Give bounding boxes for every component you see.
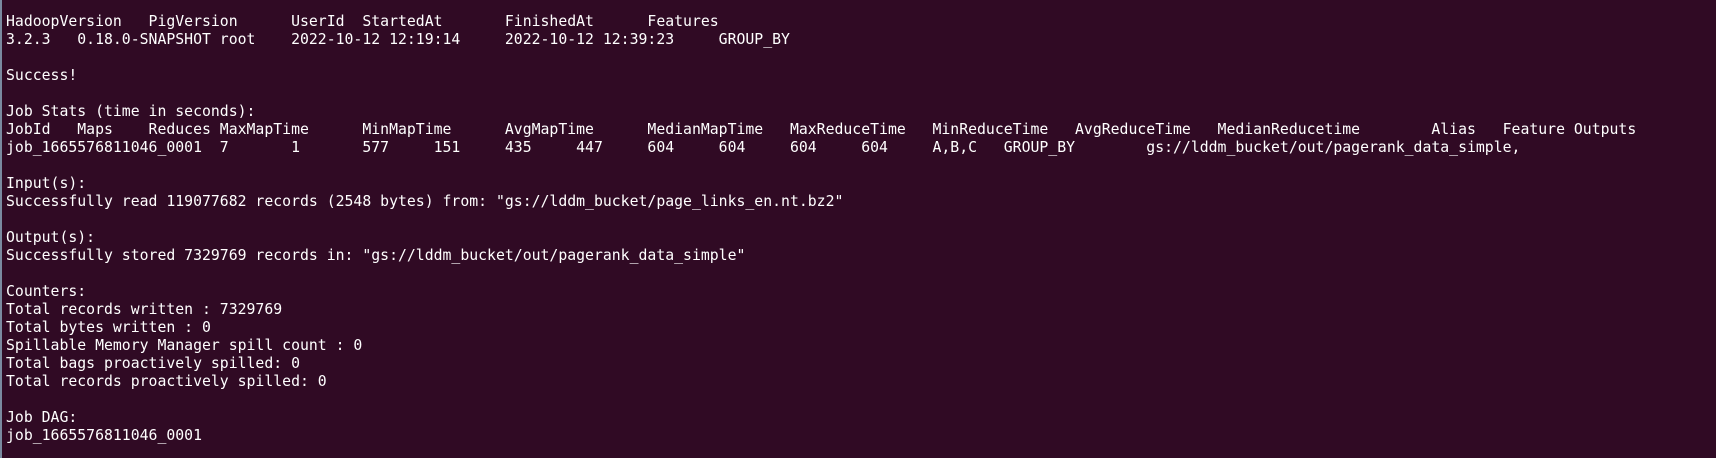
input-summary: Successfully read 119077682 records (254… [6,193,844,210]
job-stats-heading: Job Stats (time in seconds): [6,103,256,120]
inputs-heading: Input(s): [6,175,87,192]
header-row: HadoopVersion PigVersion UserId StartedA… [6,13,719,30]
terminal-window[interactable]: HadoopVersion PigVersion UserId StartedA… [0,0,1716,458]
job-stats-header-row: JobId Maps Reduces MaxMapTime MinMapTime… [6,121,1637,138]
job-dag-heading: Job DAG: [6,409,78,426]
counter-spill-count: Spillable Memory Manager spill count : 0 [6,337,363,354]
counter-records-written: Total records written : 7329769 [6,301,283,318]
success-message: Success! [6,67,78,84]
counter-bytes-written: Total bytes written : 0 [6,319,211,336]
terminal-output[interactable]: HadoopVersion PigVersion UserId StartedA… [6,13,1636,445]
counter-records-spilled: Total records proactively spilled: 0 [6,373,327,390]
counters-heading: Counters: [6,283,87,300]
output-summary: Successfully stored 7329769 records in: … [6,247,746,264]
job-dag-entry: job_1665576811046_0001 [6,427,202,444]
counter-bags-spilled: Total bags proactively spilled: 0 [6,355,300,372]
version-row: 3.2.3 0.18.0-SNAPSHOT root 2022-10-12 12… [6,31,790,48]
job-stats-data-row: job_1665576811046_0001 7 1 577 151 435 4… [6,139,1521,156]
outputs-heading: Output(s): [6,229,96,246]
